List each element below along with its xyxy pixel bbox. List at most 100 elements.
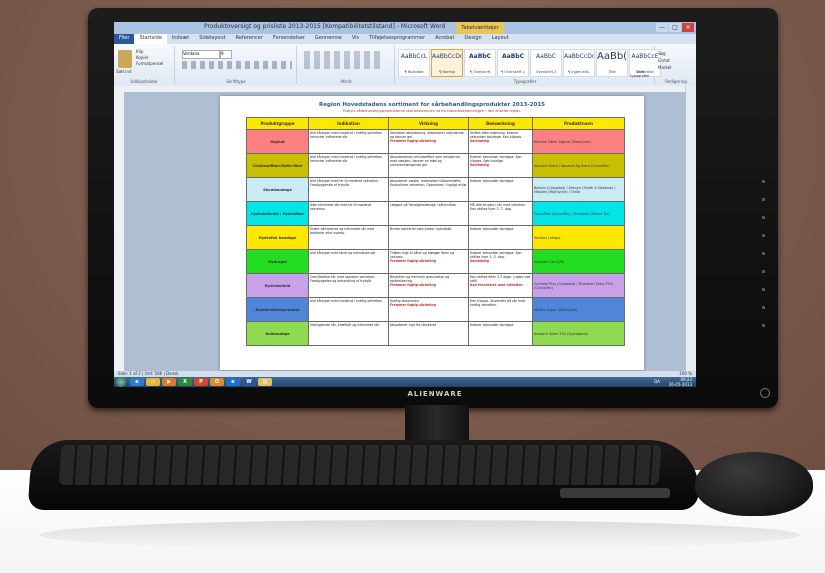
style-ingen-afstand[interactable]: AaBbCcDd ¶ Ingen afst. [563,49,595,77]
table-row[interactable]: Kombinationsprodukt Alle sårtyper med mod… [246,297,625,322]
powerpoint-icon[interactable]: P [194,378,208,386]
ie-icon[interactable]: e [130,378,144,386]
table-row[interactable]: Cellulosefiber/Gelle-fiber Alle sårtyper … [246,153,625,178]
cell-effect-text: Beskytter og fremmer granulation og epit… [390,274,450,283]
cell-product-group: Alginat [246,129,309,154]
product-table[interactable]: Produktgruppe Indikation Virkning Bemærk… [246,117,625,346]
tab-addins[interactable]: Tilføjelsesprogrammer [364,34,430,44]
cell-effect-text: Lægges på hensigtsmæssigt i sårområde [390,202,456,207]
cell-indication-text: Svært sårhelende og inficerede sår med b… [310,226,375,235]
outlook-icon[interactable]: O [210,378,224,386]
clipboard-group: Klip Kopiér Formatpensel Sæt ind Udklips… [114,46,175,84]
floor-reflection [40,520,800,550]
tab-home[interactable]: Startside [134,34,167,44]
tray-clock[interactable]: 09:23 26-05-2013 [669,377,692,387]
word-icon[interactable]: W [242,378,256,386]
table-row[interactable]: Skumbandage Alle sårtyper med let til mod… [246,177,625,202]
paragraph-buttons[interactable] [304,51,384,69]
mouse [695,452,813,516]
media-icon[interactable]: ▶ [162,378,176,386]
table-row[interactable]: Hydrofob bandage Svært sårhelende og infi… [246,225,625,250]
cell-effect-text: Kraftig absorption. [390,298,420,303]
cell-product-name-text: Sorbact (Abigo) [534,235,561,240]
tab-mailings[interactable]: Forsendelser [268,34,310,44]
style-sample: AaBbC [502,53,524,60]
style-name: ¶ Ingen afst. [568,70,590,74]
folder-icon[interactable]: ▤ [258,378,272,386]
cell-effect: Sekretion absorbering. Absorberer udfyld… [388,129,469,154]
document-page[interactable]: Region Hovedstadens sortiment for sårbeh… [220,96,644,370]
browser-icon[interactable]: e [226,378,240,386]
window-title: Produktoversigt og prisliste 2013-2015 [… [204,23,446,30]
cell-product-name-text: Granuflex (ConvaTec) / Duoderm (Conva Te… [534,211,611,216]
tab-insert[interactable]: Indsæt [167,34,194,44]
explorer-icon[interactable]: ▭ [146,378,160,386]
tab-acrobat[interactable]: Acrobat [430,34,459,44]
cell-indication-text: Alle sårtyper med let til moderat sekret… [310,178,379,187]
vertical-ruler[interactable] [114,86,124,371]
close-button[interactable]: ✕ [682,23,694,32]
table-row[interactable]: Alginat Alle sårtyper med moderat / kraft… [246,129,625,154]
select-button[interactable]: Markér [658,64,672,71]
format-painter-button[interactable]: Formatpensel [136,61,163,67]
excel-icon[interactable]: X [178,378,192,386]
cell-product-group: Cellulosefiber/Gelle-fiber [246,153,309,178]
table-row[interactable]: Kulbandage Ildelugtende sår, kræftsår og … [246,321,625,346]
cell-effect-note: Fremmer fugtig sårheling [390,302,436,307]
paste-button[interactable] [118,50,132,68]
table-row[interactable]: Hydrokolloid Overfladiske sår med sparsom… [246,273,625,298]
replace-button[interactable]: Erstat [658,57,672,64]
cell-remark-text: Kræver sekundær bandage [470,226,514,231]
style-name: ¶ Overskrift 1 [501,70,525,74]
tab-file[interactable]: Filer [114,34,135,44]
cell-product-name: Comfeel Plus (Coloplast) / Duoderm Extra… [532,273,625,298]
cell-product-group: Hydrokolloid [246,273,309,298]
style-name: ¶ Blokdata [404,70,424,74]
cell-product-group-text: Hydrogel [268,259,287,264]
cell-remark-note: Sølvholdig [470,162,489,167]
font-name-select[interactable]: Verdana [182,50,220,59]
power-icon[interactable] [760,388,770,398]
style-overskrift-1[interactable]: AaBbC ¶ Overskrift 1 [497,49,529,77]
cell-effect-text: Tilfører fugt til såret og blødgør fibri… [390,250,455,259]
tray-language[interactable]: DA [654,379,660,384]
style-blokdata[interactable]: AaBbCcL ¶ Blokdata [398,49,430,77]
table-row[interactable]: Hydrokolloide / Hydrofiber Ikke inficered… [246,201,625,226]
cell-effect: Binder bakterier som sidder hydrofobt. [388,225,469,250]
cell-indication-text: Alle sårtyper med moderat / kraftig sekr… [310,154,383,163]
style-sample: AaBbCcL [400,53,428,60]
context-tab-table-tools[interactable]: Tabelværktøjer [456,22,504,34]
tab-view[interactable]: Vis [347,34,364,44]
cell-product-name: Granuflex (ConvaTec) / Duoderm (Conva Te… [532,201,625,226]
minimize-button[interactable]: — [656,23,668,32]
font-format-buttons[interactable] [182,61,292,69]
find-button[interactable]: Søg [658,50,672,57]
keyboard-keys [58,445,662,485]
paragraph-group: Afsnit [298,46,395,84]
table-row[interactable]: Hydrogel Alle sårtyper med tørre og nekro… [246,249,625,274]
font-size-select[interactable]: 9 [220,50,232,59]
style-normal[interactable]: AaBbCcDd ¶ Normal [431,49,463,77]
tab-design[interactable]: Design [459,34,486,44]
zoom-level[interactable]: 100 % [679,371,692,376]
tab-review[interactable]: Gennemse [310,34,347,44]
tab-references[interactable]: Referencer [231,34,268,44]
screen: Produktoversigt og prisliste 2013-2015 [… [114,22,696,387]
change-styles-button[interactable]: Skift typografier [626,70,654,78]
tab-layout[interactable]: Layout [487,34,514,44]
cell-remark-text: Må ikke bruges i sår med infektion. Kan … [470,202,527,211]
cell-effect-text: Sekretion absorbering. Absorberer udfyld… [390,130,464,139]
style-overskrift-2[interactable]: AaBbC Overskrift 2 [530,49,562,77]
cell-effect-text: Absorberer lugt fra sårsekret [390,322,437,327]
header-cell: Virkning [388,117,469,130]
tab-page-layout[interactable]: Sidelayout [194,34,230,44]
start-button[interactable] [116,377,126,387]
paragraph-group-label: Afsnit [340,79,352,84]
maximize-button[interactable]: □ [669,23,681,32]
vertical-scrollbar[interactable] [685,86,696,371]
style-sample: AaBbC [469,53,491,60]
style-titel[interactable]: AaBb(Titel [596,49,628,77]
cell-remark: Skiftes efter mætning. Kræver sekundær b… [468,129,533,154]
style-overskrift[interactable]: AaBbC ¶ Overskrift [464,49,496,77]
cell-product-group-text: Cellulosefiber/Gelle-fiber [252,163,303,168]
